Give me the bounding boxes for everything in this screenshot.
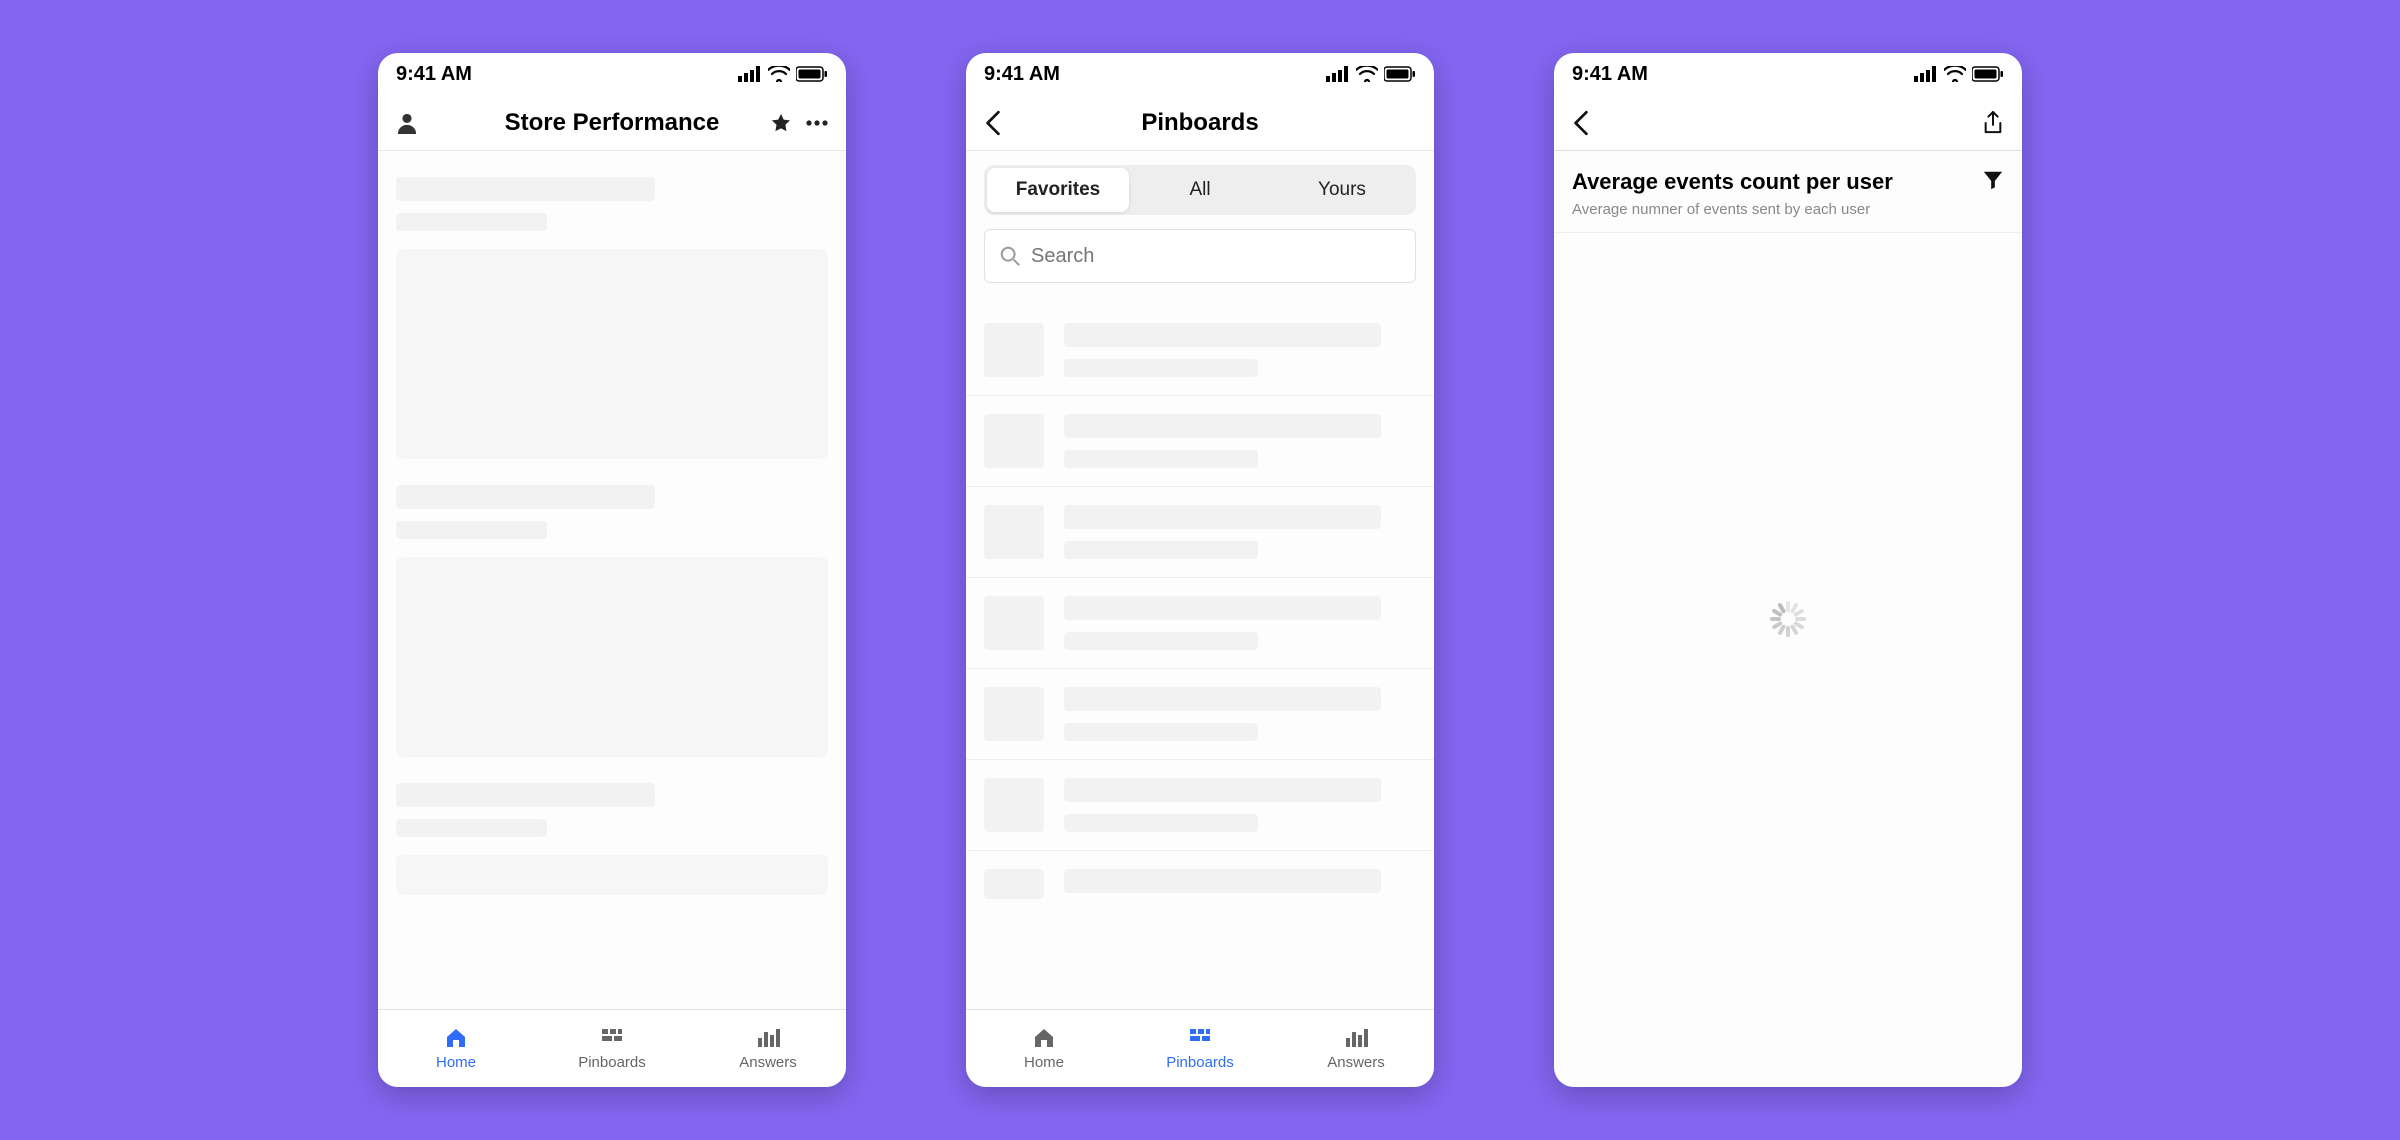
tab-label: Pinboards (1166, 1054, 1234, 1071)
status-time: 9:41 AM (984, 63, 1060, 86)
list-item[interactable] (966, 577, 1434, 668)
battery-icon (796, 66, 828, 82)
segmented-control: Favorites All Yours (984, 165, 1416, 215)
tab-bar: Home Pinboards Answers (378, 1009, 846, 1087)
tab-label: Pinboards (578, 1054, 646, 1071)
tab-label: Home (1024, 1054, 1064, 1071)
profile-icon[interactable] (396, 112, 418, 134)
screen-answer-detail: 9:41 AM Average events count per user Av… (1554, 53, 2022, 1087)
tab-pinboards[interactable]: Pinboards (534, 1010, 690, 1087)
status-icons (1326, 66, 1416, 82)
status-icons (1914, 66, 2004, 82)
search-box[interactable] (984, 229, 1416, 283)
skeleton-block (378, 151, 846, 231)
tab-label: Answers (739, 1054, 797, 1071)
tab-label: Answers (1327, 1054, 1385, 1071)
nav-header: Pinboards (966, 95, 1434, 151)
status-bar: 9:41 AM (378, 53, 846, 95)
wifi-icon (1944, 66, 1966, 82)
content-area: Favorites All Yours (966, 151, 1434, 1009)
signal-icon (738, 66, 762, 82)
home-icon (1030, 1026, 1058, 1050)
screen-pinboards: 9:41 AM Pinboards Favorites All Yours (966, 53, 1434, 1087)
list-item[interactable] (966, 850, 1434, 917)
screen-home: 9:41 AM Store Performance (378, 53, 846, 1087)
pinboard-list (966, 305, 1434, 917)
tab-label: Home (436, 1054, 476, 1071)
skeleton-card (396, 855, 828, 895)
tab-answers[interactable]: Answers (690, 1010, 846, 1087)
list-item[interactable] (966, 486, 1434, 577)
tab-answers[interactable]: Answers (1278, 1010, 1434, 1087)
list-item[interactable] (966, 305, 1434, 395)
content-area (378, 151, 846, 1009)
star-icon[interactable] (770, 112, 792, 134)
status-time: 9:41 AM (1572, 63, 1648, 86)
nav-header: Store Performance (378, 95, 846, 151)
list-item[interactable] (966, 759, 1434, 850)
list-item[interactable] (966, 395, 1434, 486)
pinboards-icon (1186, 1026, 1214, 1050)
skeleton-card (396, 249, 828, 459)
back-icon[interactable] (1572, 110, 1590, 136)
signal-icon (1326, 66, 1350, 82)
battery-icon (1972, 66, 2004, 82)
skeleton-card (396, 557, 828, 757)
tab-home[interactable]: Home (378, 1010, 534, 1087)
thumbnail-placeholder (984, 323, 1044, 377)
back-icon[interactable] (984, 110, 1002, 136)
more-icon[interactable] (806, 120, 828, 126)
segment-all[interactable]: All (1129, 168, 1271, 212)
home-icon (442, 1026, 470, 1050)
segment-yours[interactable]: Yours (1271, 168, 1413, 212)
answer-title: Average events count per user (1572, 169, 1893, 195)
battery-icon (1384, 66, 1416, 82)
answer-header: Average events count per user Average nu… (1554, 151, 2022, 233)
tab-home[interactable]: Home (966, 1010, 1122, 1087)
filter-icon[interactable] (1982, 169, 2004, 191)
status-time: 9:41 AM (396, 63, 472, 86)
wifi-icon (768, 66, 790, 82)
signal-icon (1914, 66, 1938, 82)
wifi-icon (1356, 66, 1378, 82)
list-item[interactable] (966, 668, 1434, 759)
segment-favorites[interactable]: Favorites (987, 168, 1129, 212)
pinboards-icon (598, 1026, 626, 1050)
skeleton-block (378, 459, 846, 539)
thumbnail-placeholder (984, 414, 1044, 468)
skeleton-block (378, 757, 846, 837)
thumbnail-placeholder (984, 596, 1044, 650)
status-icons (738, 66, 828, 82)
answers-icon (1342, 1026, 1370, 1050)
search-icon (999, 245, 1021, 267)
tab-pinboards[interactable]: Pinboards (1122, 1010, 1278, 1087)
thumbnail-placeholder (984, 869, 1044, 899)
answer-subtitle: Average numner of events sent by each us… (1572, 201, 1893, 218)
page-title: Store Performance (466, 109, 758, 137)
tab-bar: Home Pinboards Answers (966, 1009, 1434, 1087)
answers-icon (754, 1026, 782, 1050)
thumbnail-placeholder (984, 687, 1044, 741)
status-bar: 9:41 AM (966, 53, 1434, 95)
content-area: Average events count per user Average nu… (1554, 151, 2022, 1087)
nav-header (1554, 95, 2022, 151)
page-title: Pinboards (1054, 109, 1346, 137)
thumbnail-placeholder (984, 505, 1044, 559)
loading-spinner (1768, 599, 1808, 639)
search-input[interactable] (1031, 245, 1401, 268)
thumbnail-placeholder (984, 778, 1044, 832)
status-bar: 9:41 AM (1554, 53, 2022, 95)
share-icon[interactable] (1982, 110, 2004, 136)
